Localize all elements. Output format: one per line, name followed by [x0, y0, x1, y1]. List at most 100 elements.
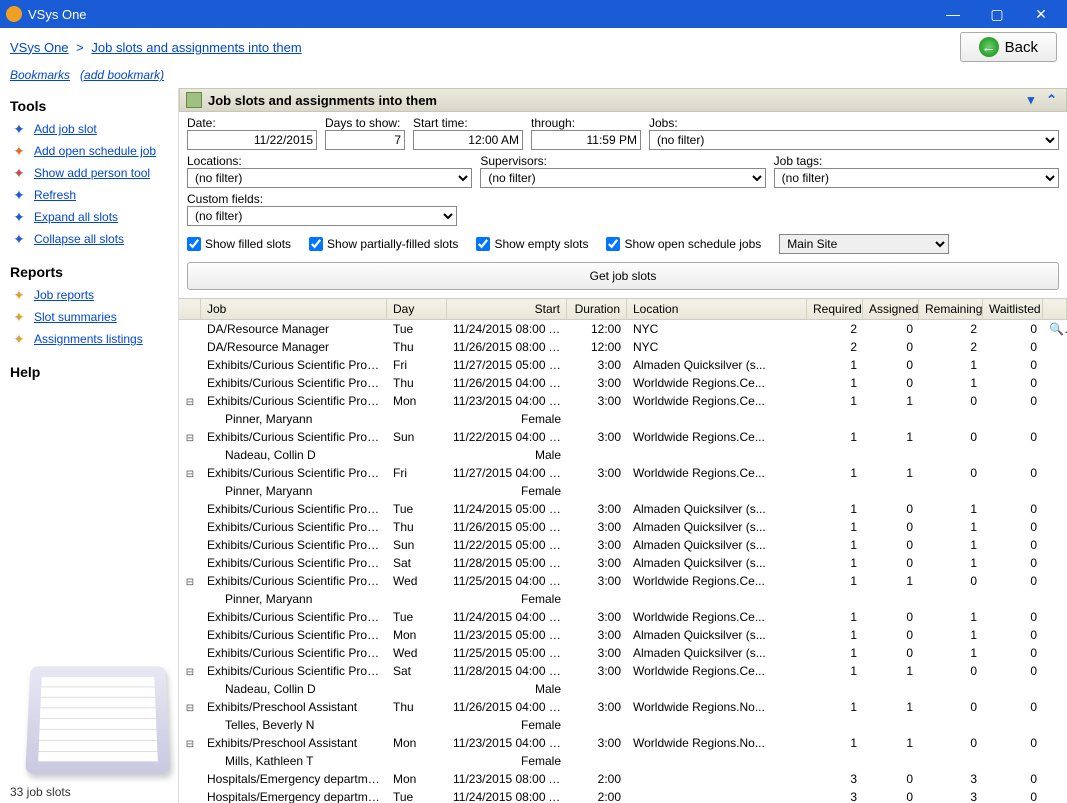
through-input[interactable] [531, 130, 641, 150]
person-row[interactable]: Pinner, MaryannFemale [179, 590, 1067, 608]
slot-row[interactable]: Hospitals/Emergency departmentMon11/23/2… [179, 770, 1067, 788]
slot-row[interactable]: ⊟Exhibits/Curious Scientific ProjectWed1… [179, 572, 1067, 590]
check-filled[interactable]: Show filled slots [187, 237, 291, 251]
ext-cell [1043, 580, 1067, 582]
check-partial[interactable]: Show partially-filled slots [309, 237, 458, 251]
person-row[interactable]: Telles, Beverly NFemale [179, 716, 1067, 734]
slot-row[interactable]: Exhibits/Curious Scientific ProjectTue11… [179, 608, 1067, 626]
add-bookmark-link[interactable]: (add bookmark) [80, 68, 164, 82]
slot-row[interactable]: ⊟Exhibits/Preschool AssistantThu11/26/20… [179, 698, 1067, 716]
get-job-slots-button[interactable]: Get job slots [187, 262, 1059, 290]
sidebar-tool-label[interactable]: Expand all slots [34, 210, 118, 224]
wait-cell: 0 [983, 501, 1043, 517]
sidebar-report-0[interactable]: ✦Job reports [10, 284, 168, 306]
start-cell: 11/24/2015 04:00 PM [447, 609, 567, 625]
col-required[interactable]: Required [807, 299, 863, 319]
sidebar-tool-1[interactable]: ✦Add open schedule job [10, 140, 168, 162]
ext-cell [1043, 346, 1067, 348]
job-cell: Exhibits/Curious Scientific Project [201, 357, 387, 373]
custom-select[interactable]: (no filter) [187, 206, 457, 226]
sidebar-tool-label[interactable]: Refresh [34, 188, 76, 202]
slot-row[interactable]: Exhibits/Curious Scientific ProjectWed11… [179, 644, 1067, 662]
col-day[interactable]: Day [387, 299, 447, 319]
help-heading[interactable]: Help [10, 364, 168, 380]
date-input[interactable] [187, 130, 317, 150]
col-extra[interactable] [1043, 299, 1067, 319]
person-row[interactable]: Nadeau, Collin DMale [179, 446, 1067, 464]
slot-row[interactable]: ⊟Exhibits/Curious Scientific ProjectSat1… [179, 662, 1067, 680]
slot-row[interactable]: Exhibits/Curious Scientific ProjectSat11… [179, 554, 1067, 572]
supervisors-select[interactable]: (no filter) [480, 168, 765, 188]
bookmarks-link[interactable]: Bookmarks [10, 68, 70, 82]
sidebar-tool-4[interactable]: ✦Expand all slots [10, 206, 168, 228]
col-job[interactable]: Job [201, 299, 387, 319]
sidebar-report-label[interactable]: Assignments listings [34, 332, 143, 346]
sidebar-report-2[interactable]: ✦Assignments listings [10, 328, 168, 350]
sidebar-tool-0[interactable]: ✦Add job slot [10, 118, 168, 140]
sidebar-tool-label[interactable]: Show add person tool [34, 166, 150, 180]
slot-row[interactable]: Exhibits/Curious Scientific ProjectThu11… [179, 374, 1067, 392]
panel-menu-icon[interactable]: ▾ [1025, 92, 1038, 108]
slot-row[interactable]: Hospitals/Emergency departmentTue11/24/2… [179, 788, 1067, 803]
sidebar-tool-label[interactable]: Add job slot [34, 122, 97, 136]
ext-cell[interactable]: 🔍 [1043, 321, 1067, 337]
req-cell: 1 [807, 393, 863, 409]
slot-row[interactable]: DA/Resource ManagerThu11/26/2015 08:00 A… [179, 338, 1067, 356]
wait-cell: 0 [983, 429, 1043, 445]
person-row[interactable]: Pinner, MaryannFemale [179, 410, 1067, 428]
sidebar-tool-label[interactable]: Add open schedule job [34, 144, 156, 158]
breadcrumb-root[interactable]: VSys One [10, 40, 69, 55]
slot-row[interactable]: DA/Resource ManagerTue11/24/2015 08:00 A… [179, 320, 1067, 338]
slot-row[interactable]: ⊟Exhibits/Preschool AssistantMon11/23/20… [179, 734, 1067, 752]
sidebar-tool-5[interactable]: ✦Collapse all slots [10, 228, 168, 250]
slot-row[interactable]: ⊟Exhibits/Curious Scientific ProjectSun1… [179, 428, 1067, 446]
locations-select[interactable]: (no filter) [187, 168, 472, 188]
slot-row[interactable]: Exhibits/Curious Scientific ProjectSun11… [179, 536, 1067, 554]
start-input[interactable] [413, 130, 523, 150]
slot-row[interactable]: ⊟Exhibits/Curious Scientific ProjectMon1… [179, 392, 1067, 410]
back-button[interactable]: ← Back [960, 32, 1057, 62]
sidebar-tool-label[interactable]: Collapse all slots [34, 232, 124, 246]
loc-cell: Worldwide Regions.No... [627, 699, 807, 715]
ext-cell [1043, 472, 1067, 474]
jobs-select[interactable]: (no filter) [649, 130, 1059, 150]
minimize-button[interactable]: — [933, 2, 973, 26]
tree-cell[interactable]: ⊟ [179, 394, 201, 409]
person-row[interactable]: Mills, Kathleen TFemale [179, 752, 1067, 770]
dur-cell: 3:00 [567, 735, 627, 751]
slot-row[interactable]: Exhibits/Curious Scientific ProjectFri11… [179, 356, 1067, 374]
sidebar-report-label[interactable]: Slot summaries [34, 310, 117, 324]
slot-row[interactable]: Exhibits/Curious Scientific ProjectThu11… [179, 518, 1067, 536]
col-duration[interactable]: Duration [567, 299, 627, 319]
panel-collapse-icon[interactable]: ⌃ [1043, 92, 1060, 108]
close-button[interactable]: ✕ [1021, 2, 1061, 26]
maximize-button[interactable]: ▢ [977, 2, 1017, 26]
breadcrumb-page[interactable]: Job slots and assignments into them [91, 40, 301, 55]
tree-cell[interactable]: ⊟ [179, 466, 201, 481]
col-start[interactable]: Start [447, 299, 567, 319]
col-assigned[interactable]: Assigned [863, 299, 919, 319]
sidebar-tool-2[interactable]: ✦Show add person tool [10, 162, 168, 184]
slot-row[interactable]: ⊟Exhibits/Curious Scientific ProjectFri1… [179, 464, 1067, 482]
col-location[interactable]: Location [627, 299, 807, 319]
person-row[interactable]: Pinner, MaryannFemale [179, 482, 1067, 500]
tree-cell[interactable]: ⊟ [179, 574, 201, 589]
site-select[interactable]: Main Site [779, 234, 949, 254]
days-input[interactable] [325, 130, 405, 150]
sidebar-report-label[interactable]: Job reports [34, 288, 94, 302]
tree-cell[interactable]: ⊟ [179, 700, 201, 715]
person-row[interactable]: Nadeau, Collin DMale [179, 680, 1067, 698]
slot-row[interactable]: Exhibits/Curious Scientific ProjectTue11… [179, 500, 1067, 518]
check-open[interactable]: Show open schedule jobs [606, 237, 761, 251]
slot-row[interactable]: Exhibits/Curious Scientific ProjectMon11… [179, 626, 1067, 644]
tree-cell[interactable]: ⊟ [179, 430, 201, 445]
col-remaining[interactable]: Remaining [919, 299, 983, 319]
col-tree[interactable] [179, 299, 201, 319]
sidebar-tool-3[interactable]: ✦Refresh [10, 184, 168, 206]
tree-cell[interactable]: ⊟ [179, 664, 201, 679]
check-empty[interactable]: Show empty slots [476, 237, 588, 251]
col-waitlisted[interactable]: Waitlisted [983, 299, 1043, 319]
sidebar-report-1[interactable]: ✦Slot summaries [10, 306, 168, 328]
tree-cell[interactable]: ⊟ [179, 736, 201, 751]
tags-select[interactable]: (no filter) [774, 168, 1059, 188]
